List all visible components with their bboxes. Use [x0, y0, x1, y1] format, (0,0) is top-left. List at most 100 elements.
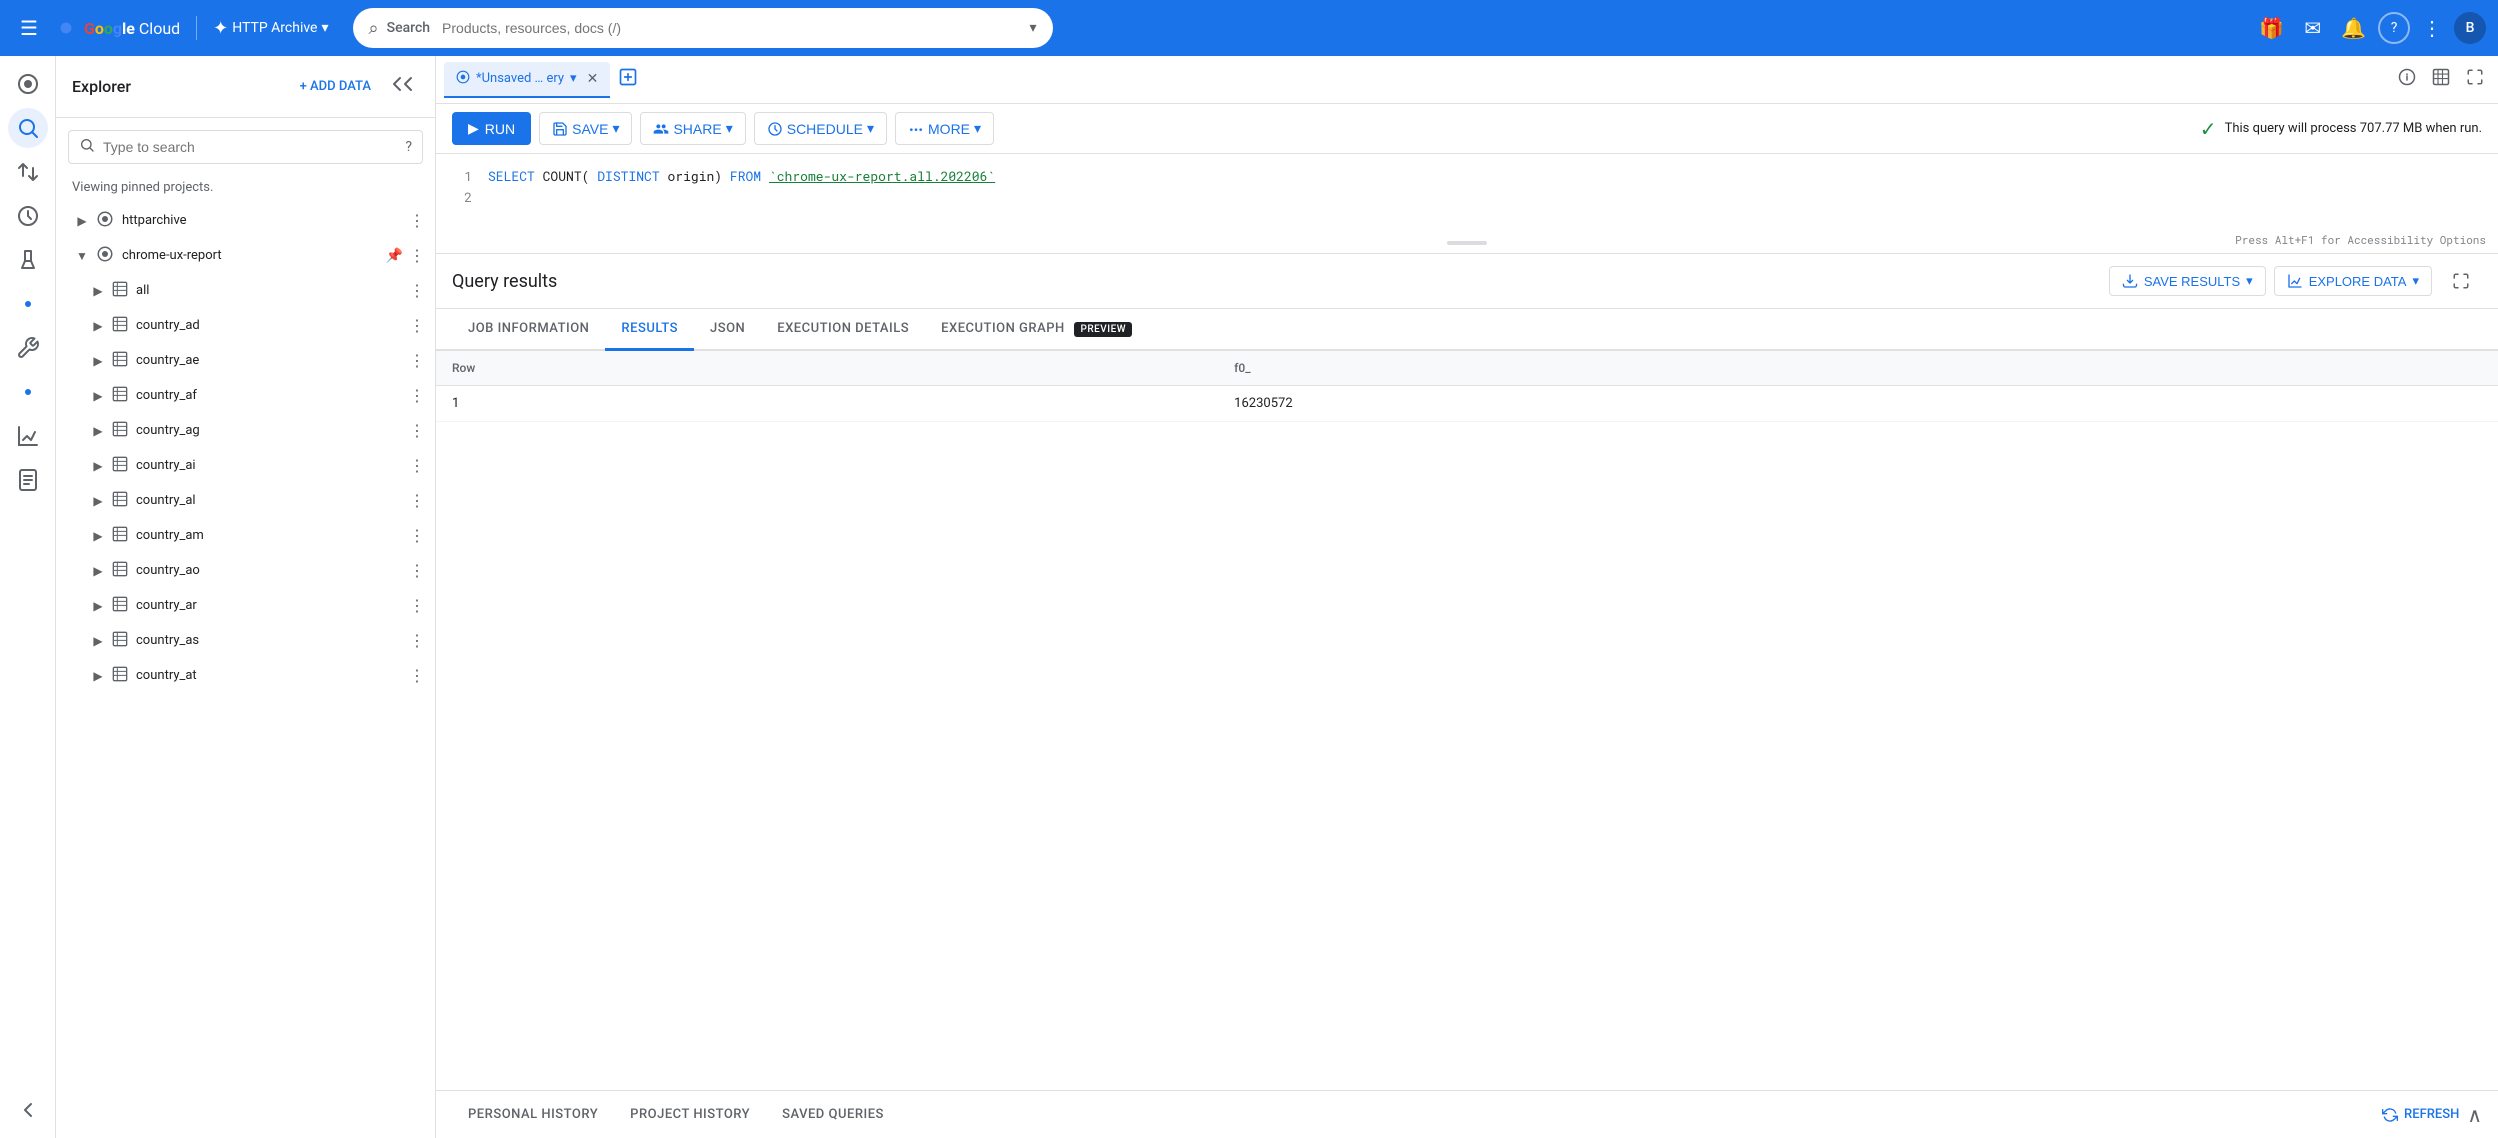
- google-cloud-logo-icon: [54, 16, 78, 40]
- google-cloud-logo[interactable]: Google Cloud: [54, 16, 180, 40]
- search-help-icon[interactable]: ?: [405, 139, 412, 155]
- tab-execution-graph[interactable]: EXECUTION GRAPH PREVIEW: [925, 309, 1148, 351]
- tree-more-country_am[interactable]: ⋮: [407, 524, 427, 547]
- rail-home-icon[interactable]: [8, 64, 48, 104]
- toolbar-status: ✓ This query will process 707.77 MB when…: [2200, 117, 2482, 141]
- rail-transfer-icon[interactable]: [8, 152, 48, 192]
- table-icon-country_ar: [112, 596, 128, 616]
- code-string-table: `chrome-ux-report.all.202206`: [769, 167, 995, 185]
- hamburger-menu-button[interactable]: ☰: [12, 8, 46, 48]
- tab-table-button[interactable]: [2426, 62, 2456, 97]
- tree-arrow-country_ad: ▶: [88, 316, 108, 336]
- add-data-button[interactable]: + ADD DATA: [292, 73, 379, 100]
- tab-results[interactable]: RESULTS: [605, 309, 694, 351]
- more-button[interactable]: MORE ▾: [895, 112, 994, 145]
- editor-resize-handle[interactable]: [1447, 241, 1487, 245]
- rail-search-icon[interactable]: [8, 108, 48, 148]
- explore-data-button[interactable]: EXPLORE DATA ▾: [2274, 266, 2432, 296]
- tab-expand-button[interactable]: [2460, 62, 2490, 97]
- results-expand-button[interactable]: [2440, 266, 2482, 296]
- rail-doc-icon[interactable]: [8, 460, 48, 500]
- editor-tab-close-button[interactable]: ✕: [587, 71, 599, 87]
- tree-more-httparchive[interactable]: ⋮: [407, 209, 427, 232]
- rail-dot2-icon: [8, 372, 48, 412]
- tree-item-country_am[interactable]: ▶ country_am ⋮: [56, 518, 435, 553]
- refresh-button[interactable]: REFRESH: [2382, 1107, 2459, 1123]
- tree-label-country_ag: country_ag: [136, 423, 403, 438]
- rail-chart-icon[interactable]: [8, 416, 48, 456]
- tree-item-chrome-ux-report[interactable]: ▼ chrome-ux-report 📌 ⋮: [56, 238, 435, 273]
- tree-item-country_as[interactable]: ▶ country_as ⋮: [56, 623, 435, 658]
- schedule-label: SCHEDULE: [787, 121, 863, 137]
- tree-more-country_af[interactable]: ⋮: [407, 384, 427, 407]
- tab-json[interactable]: JSON: [694, 309, 761, 351]
- history-tab-saved[interactable]: SAVED QUERIES: [766, 1095, 900, 1134]
- tree-item-httparchive[interactable]: ▶ httparchive ⋮: [56, 203, 435, 238]
- help-button[interactable]: ?: [2378, 12, 2410, 44]
- tree-more-country_ao[interactable]: ⋮: [407, 559, 427, 582]
- tree-arrow-chrome-ux-report: ▼: [72, 246, 92, 266]
- share-button[interactable]: SHARE ▾: [640, 112, 745, 145]
- tree-more-country_ai[interactable]: ⋮: [407, 454, 427, 477]
- tree-item-country_al[interactable]: ▶ country_al ⋮: [56, 483, 435, 518]
- explorer-search-input[interactable]: [103, 139, 397, 155]
- tree-item-country_ai[interactable]: ▶ country_ai ⋮: [56, 448, 435, 483]
- history-tab-project[interactable]: PROJECT HISTORY: [614, 1095, 766, 1134]
- editor-tab-icon: [456, 70, 470, 88]
- tree-more-country_as[interactable]: ⋮: [407, 629, 427, 652]
- gift-button[interactable]: 🎁: [2251, 8, 2292, 48]
- global-search-bar[interactable]: ⌕ Search ▾: [353, 8, 1053, 48]
- editor-tab-unsaved[interactable]: *Unsaved … ery ▾ ✕: [444, 62, 610, 98]
- save-results-button[interactable]: SAVE RESULTS ▾: [2109, 266, 2266, 296]
- run-button[interactable]: ▶ RUN: [452, 112, 531, 145]
- code-line-num-1: 1: [452, 166, 472, 187]
- tree-label-country_al: country_al: [136, 493, 403, 508]
- schedule-button[interactable]: SCHEDULE ▾: [754, 112, 887, 145]
- add-tab-button[interactable]: [614, 63, 642, 96]
- tree-item-country_ae[interactable]: ▶ country_ae ⋮: [56, 343, 435, 378]
- rail-collapse-icon[interactable]: [8, 1090, 48, 1130]
- tree-label-country_as: country_as: [136, 633, 403, 648]
- user-avatar[interactable]: B: [2454, 12, 2486, 44]
- tree-item-all[interactable]: ▶ all ⋮: [56, 273, 435, 308]
- tree-more-country_al[interactable]: ⋮: [407, 489, 427, 512]
- tab-execution-details[interactable]: EXECUTION DETAILS: [761, 309, 925, 351]
- email-button[interactable]: ✉: [2296, 8, 2329, 48]
- tree-item-country_ad[interactable]: ▶ country_ad ⋮: [56, 308, 435, 343]
- history-collapse-button[interactable]: ∧: [2467, 1103, 2482, 1127]
- notifications-button[interactable]: 🔔: [2333, 8, 2374, 48]
- tree-item-country_ar[interactable]: ▶ country_ar ⋮: [56, 588, 435, 623]
- tree-item-country_af[interactable]: ▶ country_af ⋮: [56, 378, 435, 413]
- global-search-input[interactable]: [442, 20, 1021, 36]
- project-icon-chrome-ux-report: [96, 245, 114, 267]
- tree-more-country_ae[interactable]: ⋮: [407, 349, 427, 372]
- code-editor[interactable]: 1 SELECT COUNT( DISTINCT origin) FROM `c…: [436, 154, 2498, 254]
- history-tab-personal[interactable]: PERSONAL HISTORY: [452, 1095, 614, 1134]
- project-selector[interactable]: ✦ HTTP Archive ▾: [213, 18, 328, 39]
- tree-more-all[interactable]: ⋮: [407, 279, 427, 302]
- rail-wrench-icon[interactable]: [8, 328, 48, 368]
- tab-job-information[interactable]: JOB INFORMATION: [452, 309, 605, 351]
- tree-label-chrome-ux-report: chrome-ux-report: [122, 248, 382, 263]
- rail-history-icon[interactable]: [8, 196, 48, 236]
- more-chevron-icon: ▾: [974, 120, 981, 137]
- more-options-button[interactable]: ⋮: [2414, 8, 2450, 48]
- tab-info-button[interactable]: [2392, 62, 2422, 97]
- refresh-icon: [2382, 1107, 2398, 1123]
- tree-label-country_at: country_at: [136, 668, 403, 683]
- code-line-1: 1 SELECT COUNT( DISTINCT origin) FROM `c…: [452, 166, 2482, 187]
- rail-lab-icon[interactable]: [8, 240, 48, 280]
- tree-more-country_ag[interactable]: ⋮: [407, 419, 427, 442]
- save-button[interactable]: SAVE ▾: [539, 112, 632, 145]
- tree-label-country_ae: country_ae: [136, 353, 403, 368]
- status-check-icon: ✓: [2200, 117, 2217, 141]
- tree-more-country_ar[interactable]: ⋮: [407, 594, 427, 617]
- tree-more-chrome-ux-report[interactable]: ⋮: [407, 244, 427, 267]
- tree-more-country_at[interactable]: ⋮: [407, 664, 427, 687]
- explorer-collapse-button[interactable]: [387, 68, 419, 105]
- results-title: Query results: [452, 271, 2109, 292]
- tree-item-country_ao[interactable]: ▶ country_ao ⋮: [56, 553, 435, 588]
- tree-item-country_ag[interactable]: ▶ country_ag ⋮: [56, 413, 435, 448]
- tree-item-country_at[interactable]: ▶ country_at ⋮: [56, 658, 435, 693]
- tree-more-country_ad[interactable]: ⋮: [407, 314, 427, 337]
